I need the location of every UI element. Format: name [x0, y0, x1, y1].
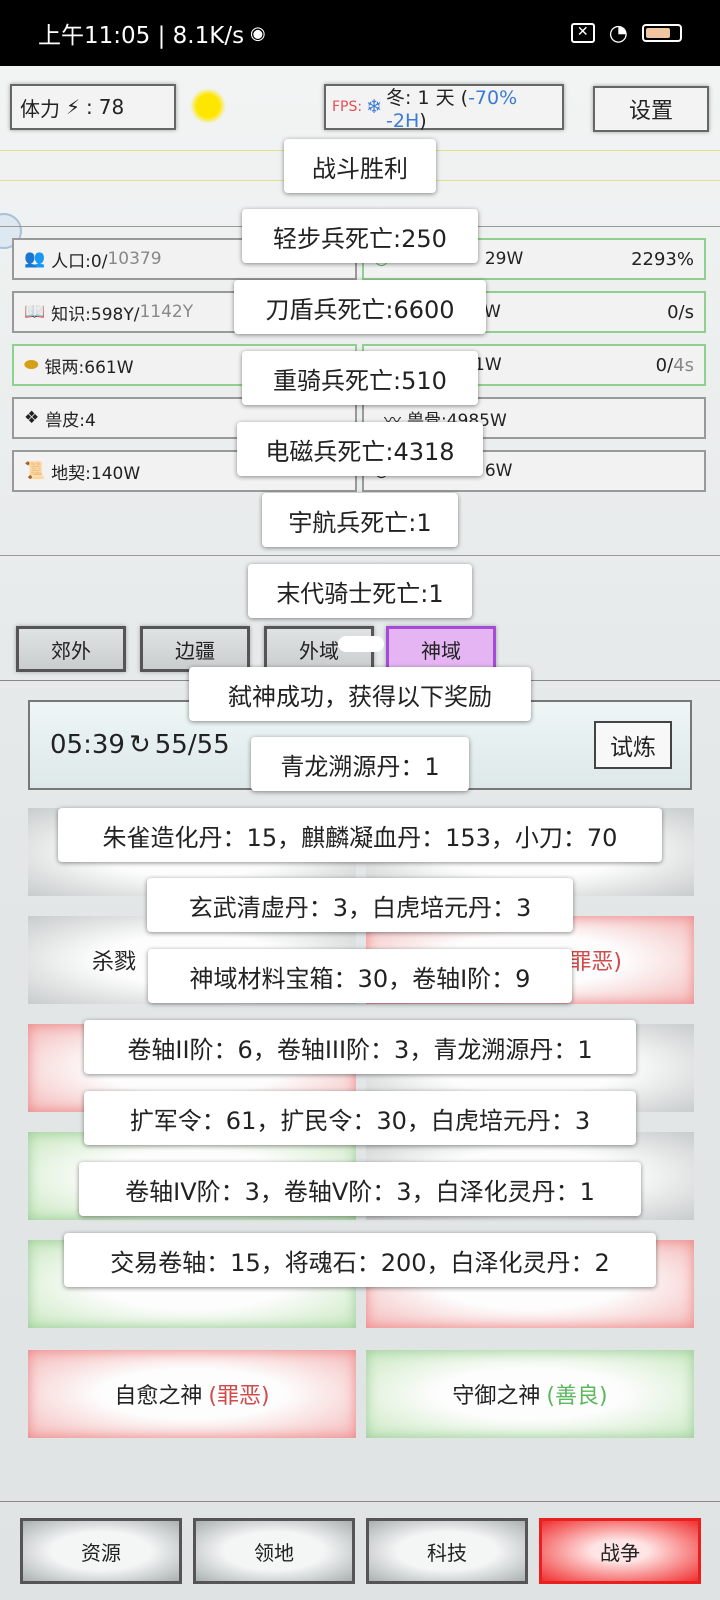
sun-icon	[190, 88, 226, 124]
nav-war[interactable]: 战争	[539, 1518, 701, 1584]
toast-message: 重骑兵死亡:510	[242, 351, 478, 405]
no-sim-icon: ✕	[570, 23, 595, 43]
toast-message: 轻步兵死亡:250	[242, 209, 478, 263]
season-box: FPS: ❄ 冬: 1 天 (-70% -2H)	[324, 84, 564, 132]
toast-message: 弑神成功，获得以下奖励	[189, 667, 531, 721]
stamina-label: 体力	[20, 96, 60, 121]
app-notification-icon: ◉	[250, 22, 266, 44]
ingot-icon: ⬬	[24, 355, 39, 375]
toast-message: 卷轴IV阶：3，卷轴V阶：3，白泽化灵丹：1	[79, 1162, 641, 1216]
toast-message: 电磁兵死亡:4318	[237, 422, 483, 476]
nav-resources[interactable]: 资源	[20, 1518, 182, 1584]
toast-message: 朱雀造化丹：15，麒麟凝血丹：153，小刀：70	[58, 808, 662, 862]
toast-message: 战斗胜利	[284, 139, 436, 193]
trial-count: 55/55	[154, 730, 230, 760]
nav-technology[interactable]: 科技	[366, 1518, 528, 1584]
scroll-icon: 📜	[24, 461, 46, 481]
status-time-speed: 上午11:05 | 8.1K/s	[38, 23, 245, 49]
beast-icon: ❖	[24, 408, 40, 428]
toast-message: 扩军令：61，扩民令：30，白虎培元丹：3	[84, 1091, 636, 1145]
trial-button[interactable]: 试炼	[594, 721, 672, 769]
tab-frontier[interactable]: 边疆	[140, 626, 250, 672]
pill-indicator	[338, 636, 384, 652]
toast-message: 宇航兵死亡:1	[262, 493, 458, 547]
god-card-guardian[interactable]: 守御之神 (善良)	[366, 1350, 694, 1438]
wifi-icon: ◔	[608, 20, 628, 46]
snowflake-icon: ❄	[366, 96, 383, 118]
fps-label: FPS:	[332, 99, 363, 115]
book-icon: 📖	[24, 302, 46, 322]
season-text: 冬: 1 天 (	[386, 86, 469, 109]
battery-icon	[642, 24, 682, 42]
settings-button[interactable]: 设置	[593, 86, 709, 132]
nav-territory[interactable]: 领地	[193, 1518, 355, 1584]
toast-message: 青龙溯源丹：1	[251, 737, 469, 791]
trial-timer: 05:39	[50, 730, 125, 760]
toast-message: 卷轴II阶：6，卷轴III阶：3，青龙溯源丹：1	[84, 1020, 636, 1074]
toast-message: 神域材料宝箱：30，卷轴I阶：9	[148, 949, 572, 1003]
refresh-icon: ↻	[128, 730, 151, 760]
toast-message: 刀盾兵死亡:6600	[234, 280, 486, 334]
stamina-box: 体力 ⚡ : 78	[10, 84, 176, 130]
tab-divine-realm[interactable]: 神域	[386, 626, 496, 672]
toast-message: 交易卷轴：15，将魂石：200，白泽化灵丹：2	[64, 1233, 656, 1287]
people-icon: 👥	[24, 249, 46, 269]
god-card-self-healing[interactable]: 自愈之神 (罪恶)	[28, 1350, 356, 1438]
toast-message: 末代骑士死亡:1	[248, 564, 472, 618]
status-bar: 上午11:05 | 8.1K/s ◉ ✕ ◔	[0, 0, 720, 66]
tab-outskirts[interactable]: 郊外	[16, 626, 126, 672]
toast-message: 玄武清虚丹：3，白虎培元丹：3	[147, 878, 573, 932]
lightning-icon: ⚡	[66, 95, 81, 119]
stamina-value: 78	[98, 95, 125, 119]
